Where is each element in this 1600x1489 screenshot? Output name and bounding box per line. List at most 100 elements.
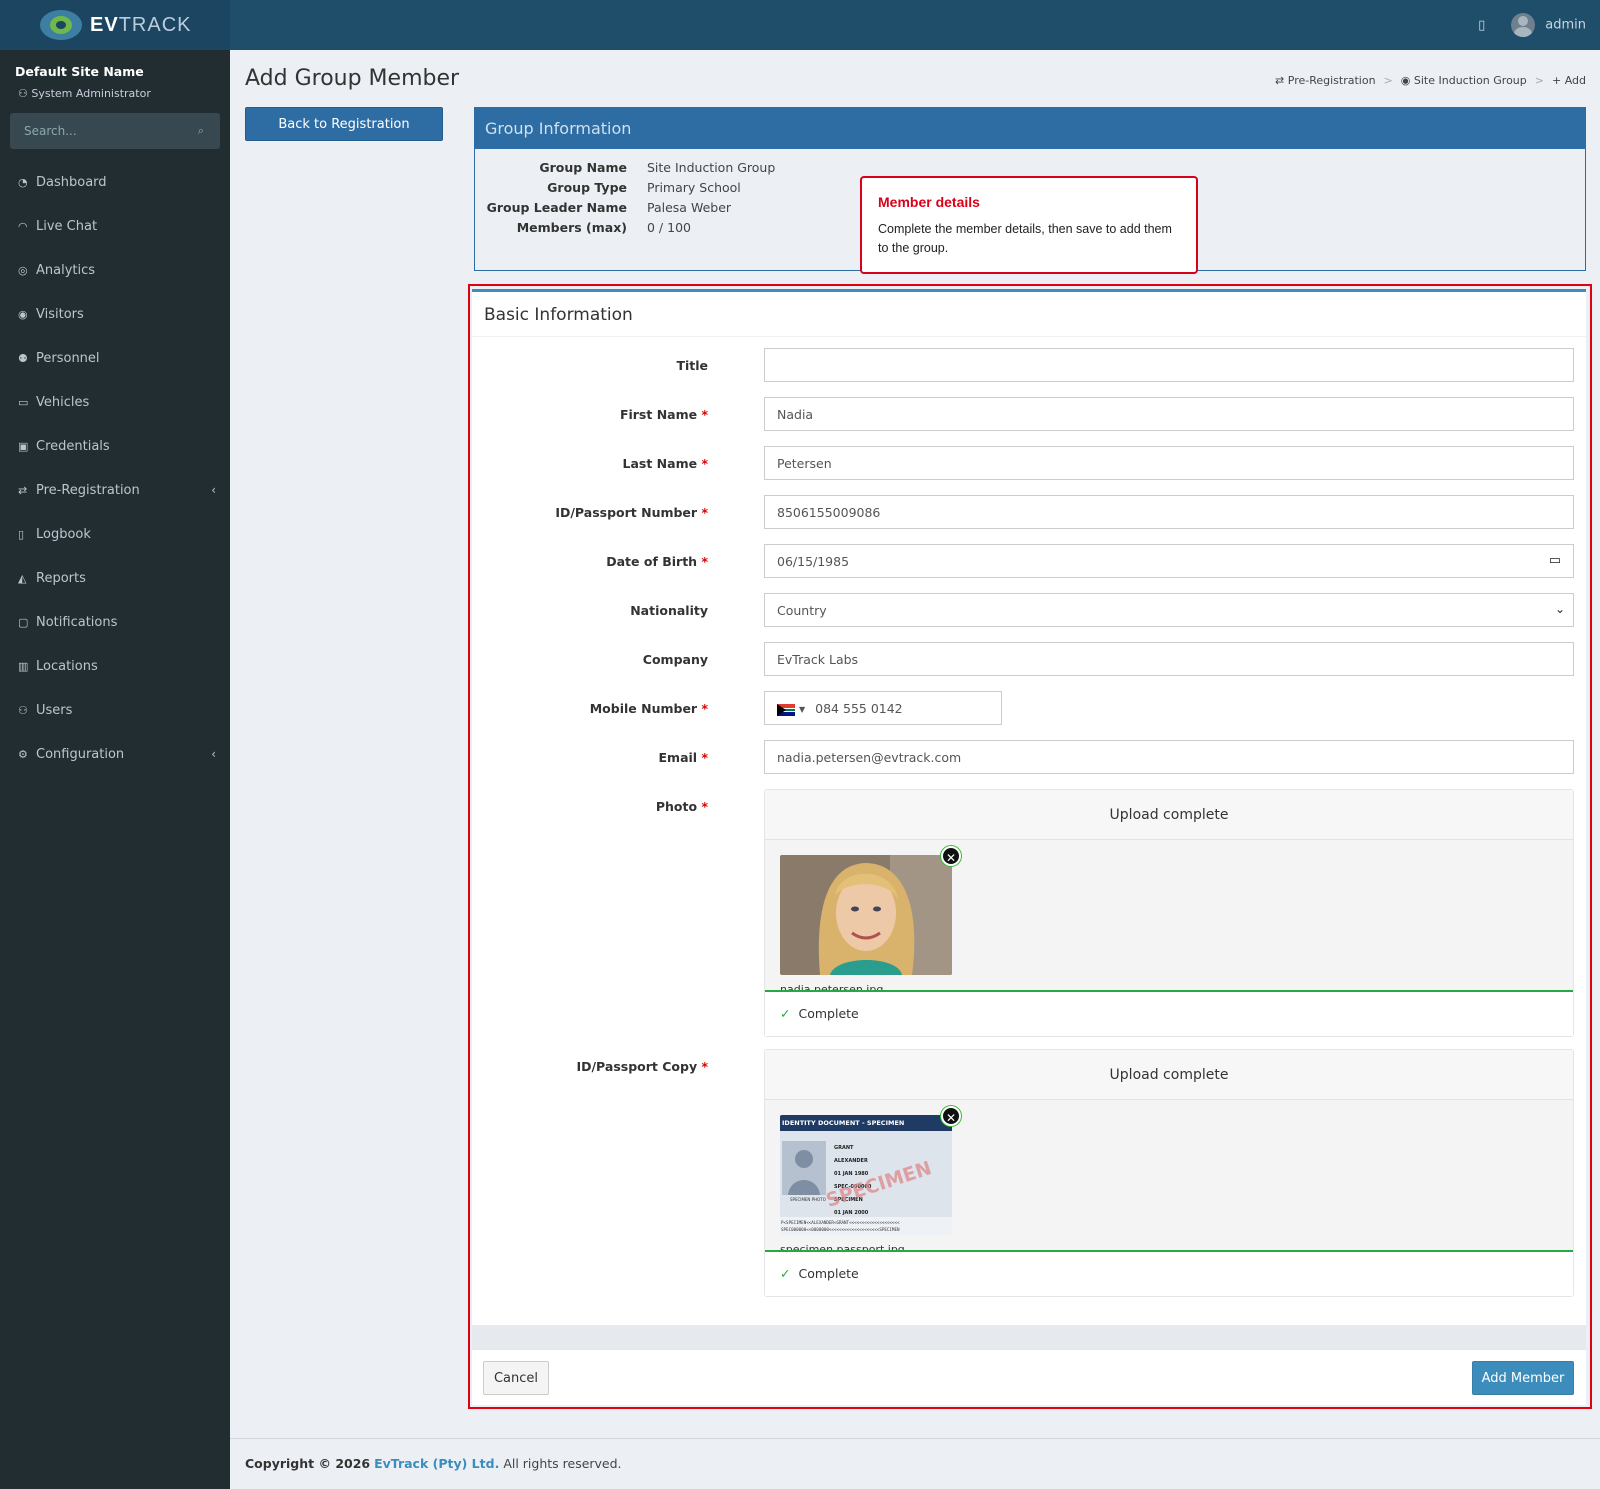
- top-navbar: EVTRACK ▯ admin: [0, 0, 1600, 50]
- last-name-input[interactable]: Petersen: [764, 446, 1574, 480]
- mobile-label: Mobile Number *: [589, 701, 708, 716]
- car-icon: ▭: [18, 395, 29, 409]
- sidebar-item-label: Live Chat: [36, 218, 98, 234]
- breadcrumb: ⇄ Pre-Registration > ◉ Site Induction Gr…: [1275, 74, 1586, 87]
- sidebar-item-label: Users: [36, 702, 73, 718]
- sidebar-item-label: Credentials: [36, 438, 110, 454]
- tooltip-title: Member details: [878, 194, 980, 210]
- sidebar-search-input[interactable]: Search... ⌕: [10, 113, 220, 149]
- id-copy-label: ID/Passport Copy *: [576, 1059, 708, 1074]
- sidebar-item-notifications[interactable]: ▢ Notifications: [0, 600, 230, 644]
- back-to-registration-button[interactable]: Back to Registration: [245, 107, 443, 141]
- breadcrumb-separator: >: [1383, 74, 1393, 87]
- sidebar-item-label: Reports: [36, 570, 86, 586]
- chevron-left-icon: ‹: [211, 747, 216, 761]
- sidebar-item-dashboard[interactable]: ◔ Dashboard: [0, 160, 230, 204]
- sidebar-item-credentials[interactable]: ▣ Credentials: [0, 424, 230, 468]
- logo[interactable]: EVTRACK: [0, 0, 230, 50]
- eye-icon: ◉: [18, 307, 28, 321]
- company-input[interactable]: EvTrack Labs: [764, 642, 1574, 676]
- sidebar-item-label: Configuration: [36, 746, 125, 762]
- id-copy-filename: specimen.passport.jpg: [780, 1243, 905, 1250]
- add-member-button[interactable]: Add Member: [1472, 1361, 1574, 1395]
- calendar-icon[interactable]: ▭: [1549, 553, 1561, 568]
- id-number-label: ID/Passport Number *: [555, 505, 708, 520]
- sidebar-item-logbook[interactable]: ▯ Logbook: [0, 512, 230, 556]
- svg-text:GRANT: GRANT: [834, 1145, 854, 1151]
- sidebar-item-vehicles[interactable]: ▭ Vehicles: [0, 380, 230, 424]
- sidebar-item-visitors[interactable]: ◉ Visitors: [0, 292, 230, 336]
- sidebar-item-label: Locations: [36, 658, 98, 674]
- id-document-thumbnail: IDENTITY DOCUMENT - SPECIMEN SPECIMEN PH…: [780, 1115, 952, 1235]
- id-copy-dropzone[interactable]: Upload complete IDENTITY DOCUMENT - SPEC…: [764, 1049, 1574, 1297]
- page-footer: Copyright © 2026 EvTrack (Pty) Ltd. All …: [230, 1438, 1600, 1489]
- chat-icon: ▢: [18, 615, 29, 629]
- site-name: Default Site Name: [15, 64, 144, 79]
- target-icon: ◎: [18, 263, 28, 277]
- title-input[interactable]: [764, 348, 1574, 382]
- caret-down-icon[interactable]: ▼: [799, 705, 805, 714]
- upload-status-heading: Upload complete: [765, 1050, 1573, 1100]
- breadcrumb-pre-registration[interactable]: ⇄ Pre-Registration: [1275, 74, 1376, 87]
- exchange-icon: ⇄: [18, 483, 28, 497]
- building-icon[interactable]: ▯: [1478, 18, 1485, 33]
- svg-text:P<SPECIMEN<<ALEXANDER<GRANT<<<: P<SPECIMEN<<ALEXANDER<GRANT<<<<<<<<<<<<<…: [781, 1220, 900, 1225]
- portrait-image: [780, 855, 952, 975]
- tooltip-body: Complete the member details, then save t…: [878, 222, 1172, 255]
- remove-photo-button[interactable]: ✕: [941, 846, 961, 866]
- basic-information-form: Basic Information Title First Name * Nad…: [472, 289, 1586, 1325]
- cancel-button[interactable]: Cancel: [483, 1361, 549, 1395]
- svg-text:SPECIMEN PHOTO: SPECIMEN PHOTO: [790, 1197, 826, 1202]
- south-africa-flag-icon[interactable]: [777, 703, 795, 716]
- svg-text:ALEXANDER: ALEXANDER: [834, 1158, 868, 1164]
- user-menu[interactable]: admin: [1511, 13, 1586, 37]
- sidebar-item-label: Analytics: [36, 262, 96, 278]
- breadcrumb-add: + Add: [1551, 74, 1586, 87]
- dob-input[interactable]: 06/15/1985 ▭: [764, 544, 1574, 578]
- remove-id-copy-button[interactable]: ✕: [941, 1106, 961, 1126]
- group-information-header: Group Information: [475, 108, 1585, 149]
- nationality-select[interactable]: Country ⌄: [764, 593, 1574, 627]
- sidebar-item-configuration[interactable]: ⚙ Configuration ‹: [0, 732, 230, 776]
- gear-icon: ⚙: [18, 747, 28, 761]
- user-role: ⚇ System Administrator: [18, 87, 151, 100]
- sidebar-item-label: Personnel: [36, 350, 100, 366]
- chart-icon: ◭: [18, 571, 27, 585]
- sidebar-item-users[interactable]: ⚇ Users: [0, 688, 230, 732]
- sidebar-item-pre-registration[interactable]: ⇄ Pre-Registration ‹: [0, 468, 230, 512]
- book-icon: ▯: [18, 527, 25, 541]
- sidebar-item-label: Dashboard: [36, 174, 107, 190]
- sidebar-item-analytics[interactable]: ◎ Analytics: [0, 248, 230, 292]
- email-label: Email *: [658, 750, 708, 765]
- photo-dropzone[interactable]: Upload complete ✕ nadia.petersen.jpg ✓ C…: [764, 789, 1574, 1037]
- form-title: Basic Information: [484, 305, 633, 325]
- last-name-label: Last Name *: [622, 456, 708, 471]
- sidebar-item-label: Visitors: [36, 306, 84, 322]
- svg-text:01 JAN 2000: 01 JAN 2000: [834, 1210, 869, 1216]
- email-input[interactable]: nadia.petersen@evtrack.com: [764, 740, 1574, 774]
- photo-label: Photo *: [655, 799, 708, 814]
- sidebar-item-locations[interactable]: ▥ Locations: [0, 644, 230, 688]
- id-number-input[interactable]: 8506155009086: [764, 495, 1574, 529]
- company-link[interactable]: EvTrack (Pty) Ltd.: [374, 1456, 499, 1471]
- photo-filename: nadia.petersen.jpg: [780, 983, 884, 990]
- sidebar-item-live-chat[interactable]: ◠ Live Chat: [0, 204, 230, 248]
- chevron-down-icon: ⌄: [1554, 602, 1565, 616]
- logo-text: EVTRACK: [90, 13, 192, 36]
- headset-icon: ◠: [18, 219, 28, 233]
- breadcrumb-group[interactable]: ◉ Site Induction Group: [1401, 74, 1527, 87]
- search-icon: ⌕: [197, 124, 204, 137]
- sidebar-item-reports[interactable]: ◭ Reports: [0, 556, 230, 600]
- check-icon: ✓: [780, 1006, 791, 1021]
- dashboard-icon: ◔: [18, 175, 28, 189]
- users-icon: ⚇: [18, 703, 28, 717]
- sidebar-item-label: Logbook: [36, 526, 91, 542]
- sidebar-item-label: Notifications: [36, 614, 118, 630]
- first-name-input[interactable]: Nadia: [764, 397, 1574, 431]
- exchange-icon: ⇄: [1275, 74, 1288, 87]
- sidebar-item-personnel[interactable]: ⚉ Personnel: [0, 336, 230, 380]
- eye-icon: ◉: [1400, 74, 1414, 87]
- mobile-input[interactable]: ▼ 084 555 0142: [764, 691, 1002, 725]
- upload-status: ✓ Complete: [765, 1252, 1573, 1296]
- avatar: [1511, 13, 1536, 37]
